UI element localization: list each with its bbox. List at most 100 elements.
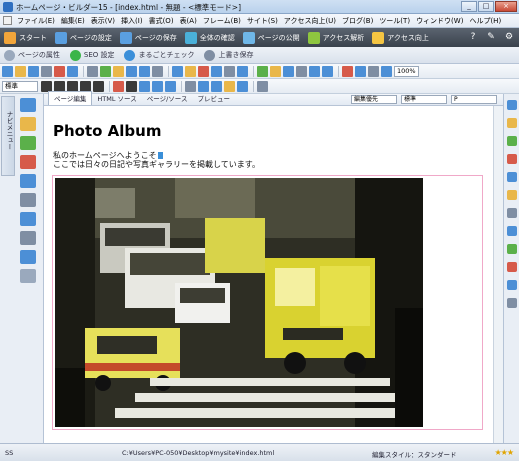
palette-tool-icon[interactable] [20,193,36,207]
start-button[interactable]: スタート [4,31,47,44]
toolbar-button-icon[interactable] [87,65,98,77]
format-button-icon[interactable] [67,80,78,92]
street-photo[interactable] [55,178,423,427]
format-button-icon[interactable] [224,80,235,92]
full-check-button[interactable]: まるごとチェック [124,49,194,61]
toolbar-button-icon[interactable] [28,65,39,77]
side-panel-icon[interactable] [506,136,517,146]
format-button-icon[interactable] [54,80,65,92]
side-panel-icon[interactable] [506,190,517,200]
palette-tool-icon[interactable] [20,212,36,226]
toolbar-button-icon[interactable] [126,65,137,77]
menu-insert[interactable]: 挿入(I) [118,16,146,26]
side-panel-icon[interactable] [506,226,517,236]
tab-page-edit[interactable]: ページ編集 [48,91,93,105]
palette-tool-icon[interactable] [20,98,36,112]
format-button-icon[interactable] [198,80,209,92]
editor-scrollbar[interactable] [493,106,503,443]
format-button-icon[interactable] [93,80,104,92]
toolbar-button-icon[interactable] [172,65,183,77]
format-button-icon[interactable] [80,80,91,92]
tab-html-source[interactable]: HTML ソース [92,92,141,105]
page-title[interactable]: Photo Album [53,122,161,140]
pin-icon[interactable]: ✎ [485,31,497,43]
palette-tool-icon[interactable] [20,269,36,283]
help-icon[interactable]: ? [467,31,479,43]
access-up-button[interactable]: アクセス向上 [372,31,429,44]
menu-tools[interactable]: ツール(T) [376,16,413,26]
maximize-button[interactable]: □ [478,1,494,12]
side-panel-icon[interactable] [506,298,517,308]
toolbar-button-icon[interactable] [15,65,26,77]
toolbar-button-icon[interactable] [381,65,392,77]
page-canvas[interactable]: Photo Album 私のホームページへようこそ ここでは日々の日記や写真ギャ… [46,108,491,441]
menu-access[interactable]: アクセス向上(U) [281,16,339,26]
toolbar-button-icon[interactable] [368,65,379,77]
toolbar-button-icon[interactable] [152,65,163,77]
toolbar-button-icon[interactable] [224,65,235,77]
editor-area[interactable]: Photo Album 私のホームページへようこそ ここでは日々の日記や写真ギャ… [44,106,503,443]
format-button-icon[interactable] [126,80,137,92]
overwrite-save-button[interactable]: 上書き保存 [204,49,253,61]
toolbar-button-icon[interactable] [139,65,150,77]
close-button[interactable]: × [495,1,517,12]
style-select[interactable]: 標準 [2,80,38,92]
palette-tool-icon[interactable] [20,231,36,245]
toolbar-button-icon[interactable] [322,65,333,77]
side-panel-icon[interactable] [506,100,517,110]
menu-format[interactable]: 書式(O) [146,16,177,26]
format-button-icon[interactable] [113,80,124,92]
toolbar-button-icon[interactable] [54,65,65,77]
palette-tool-icon[interactable] [20,250,36,264]
format-button-icon[interactable] [257,80,268,92]
zoom-select[interactable]: 100% [394,65,419,77]
minimize-button[interactable]: _ [461,1,477,12]
side-panel-icon[interactable] [506,154,517,164]
photo-frame[interactable] [52,175,483,430]
palette-tool-icon[interactable] [20,155,36,169]
save-page-button[interactable]: ページの保存 [119,31,177,44]
format-button-icon[interactable] [139,80,150,92]
side-panel-icon[interactable] [506,262,517,272]
side-panel-icon[interactable] [506,118,517,128]
menu-table[interactable]: 表(A) [177,16,200,26]
toolbar-button-icon[interactable] [198,65,209,77]
menu-file[interactable]: ファイル(E) [14,16,58,26]
tab-preview[interactable]: プレビュー [192,92,235,105]
side-panel-icon[interactable] [506,244,517,254]
paragraph-select[interactable]: P [451,95,497,104]
toolbar-button-icon[interactable] [342,65,353,77]
overview-button[interactable]: 全体の確認 [184,31,235,44]
format-button-icon[interactable] [165,80,176,92]
format-button-icon[interactable] [211,80,222,92]
toolbar-button-icon[interactable] [237,65,248,77]
intro-line-2[interactable]: ここでは日々の日記や写真ギャラリーを掲載しています。 [53,159,260,170]
toolbar-button-icon[interactable] [296,65,307,77]
publish-button[interactable]: ページの公開 [242,31,300,44]
toolbar-button-icon[interactable] [270,65,281,77]
format-button-icon[interactable] [185,80,196,92]
toolbar-button-icon[interactable] [41,65,52,77]
tab-page-source[interactable]: ページ/ソース [142,92,193,105]
toolbar-button-icon[interactable] [211,65,222,77]
side-panel-icon[interactable] [506,280,517,290]
menu-view[interactable]: 表示(V) [88,16,118,26]
palette-tool-icon[interactable] [20,174,36,188]
side-panel-icon[interactable] [506,208,517,218]
toolbar-button-icon[interactable] [100,65,111,77]
menu-help[interactable]: ヘルプ(H) [466,16,504,26]
menu-site[interactable]: サイト(S) [244,16,281,26]
menu-window[interactable]: ウィンドウ(W) [413,16,466,26]
page-settings-button[interactable]: ページの設定 [55,31,112,44]
navi-menu-tab[interactable]: ナビメニュー [1,96,15,176]
toolbar-button-icon[interactable] [309,65,320,77]
palette-tool-icon[interactable] [20,117,36,131]
seo-settings-button[interactable]: SEO 設定 [69,49,114,61]
toolbar-button-icon[interactable] [113,65,124,77]
toolbar-button-icon[interactable] [185,65,196,77]
format-select[interactable]: 標準 [401,95,447,104]
edit-priority-select[interactable]: 編集優先 [351,95,397,104]
page-attributes-button[interactable]: ページの属性 [4,49,60,61]
settings-icon[interactable]: ⚙ [503,31,515,43]
toolbar-button-icon[interactable] [355,65,366,77]
